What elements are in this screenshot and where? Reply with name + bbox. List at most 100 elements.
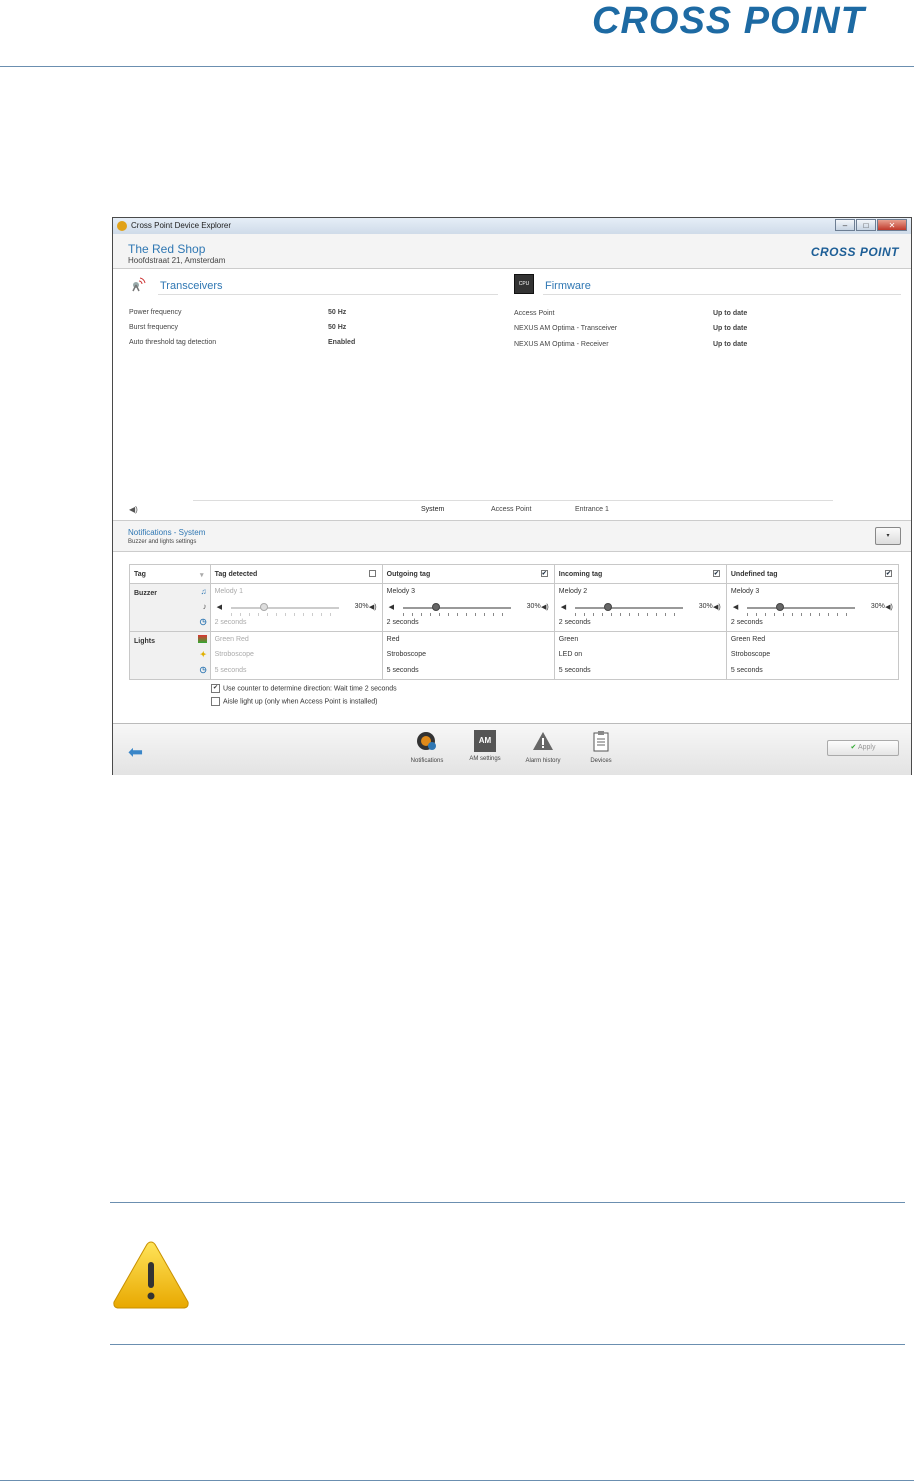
speaker-high-icon: ◀) <box>368 604 377 611</box>
header-divider <box>0 66 914 67</box>
lights-cell: Green Red Stroboscope 5 seconds <box>725 631 900 680</box>
buzzer-cell: Melody 1 ◀ 30% ◀) 2 seconds <box>209 583 383 632</box>
slider-knob[interactable] <box>259 603 268 611</box>
light-duration[interactable]: 5 seconds <box>731 667 763 674</box>
options-dropdown-button[interactable]: ▾ <box>875 527 901 545</box>
melody-value[interactable]: Melody 1 <box>215 588 243 595</box>
tag-detected-checkbox[interactable] <box>368 570 376 577</box>
slider-ticks <box>230 613 339 616</box>
volume-slider[interactable]: ◀ 30% ◀) <box>559 603 721 616</box>
speaker-low-icon: ◀ <box>388 604 395 611</box>
window-title: Cross Point Device Explorer <box>131 221 232 230</box>
light-color[interactable]: Green <box>559 636 578 643</box>
nav-alarm-history[interactable]: Alarm history <box>513 730 573 764</box>
buzzer-duration[interactable]: 2 seconds <box>387 619 419 626</box>
device-tabs: ◀) System Access Point Entrance 1 <box>113 500 911 520</box>
speaker-icon[interactable]: ◀) <box>129 505 138 514</box>
antenna-icon <box>132 277 146 292</box>
nav-devices-label: Devices <box>590 758 612 764</box>
buzzer-row-label: Buzzer ♫ ♪ ◷ <box>129 583 211 632</box>
tab-divider <box>193 500 833 501</box>
slider-ticks <box>574 613 683 616</box>
close-button[interactable]: ✕ <box>877 219 907 231</box>
light-color[interactable]: Green Red <box>731 636 765 643</box>
maximize-button[interactable]: □ <box>856 219 876 231</box>
burst-frequency-value: 50 Hz <box>328 324 347 331</box>
app-window: Cross Point Device Explorer – □ ✕ The Re… <box>112 217 912 775</box>
cpu-icon: CPU <box>514 274 534 294</box>
melody-value[interactable]: Melody 3 <box>387 588 415 595</box>
speaker-low-icon: ◀ <box>216 604 222 611</box>
buzzer-duration[interactable]: 2 seconds <box>559 619 591 626</box>
title-bar: Cross Point Device Explorer – □ ✕ <box>113 218 911 235</box>
volume-percent: 30% <box>870 603 885 610</box>
warning-icon <box>113 1241 189 1309</box>
lightbulb-icon: ✦ <box>199 650 207 659</box>
nav-notifications-label: Notifications <box>410 758 444 764</box>
buzzer-duration[interactable]: 2 seconds <box>215 619 247 626</box>
light-color[interactable]: Green Red <box>215 636 249 643</box>
fw-transceiver-label: NEXUS AM Optima - Transceiver <box>514 325 618 332</box>
app-icon <box>117 221 127 231</box>
col-undefined-tag: Undefined tag ✔ <box>725 564 900 584</box>
buzzer-cell: Melody 2 ◀ 30% ◀) 2 seconds <box>553 583 727 632</box>
notifications-icon <box>417 732 436 750</box>
minimize-button[interactable]: – <box>835 219 855 231</box>
counter-checkbox[interactable]: ✔ <box>211 684 220 693</box>
burst-frequency-label: Burst frequency <box>129 324 179 331</box>
nav-am-settings[interactable]: AM AM settings <box>455 730 515 762</box>
outgoing-tag-checkbox[interactable]: ✔ <box>540 570 548 577</box>
tab-entrance-1[interactable]: Entrance 1 <box>575 506 609 513</box>
light-duration[interactable]: 5 seconds <box>559 667 591 674</box>
speaker-high-icon: ◀) <box>713 604 721 611</box>
light-duration[interactable]: 5 seconds <box>387 667 419 674</box>
light-mode[interactable]: Stroboscope <box>731 651 770 658</box>
back-arrow-icon[interactable]: ⬅ <box>128 742 143 763</box>
speaker-high-icon: ◀) <box>540 604 549 611</box>
volume-slider[interactable]: ◀ 30% ◀) <box>731 603 893 616</box>
light-mode[interactable]: LED on <box>559 651 582 658</box>
aisle-checkbox[interactable] <box>211 697 220 706</box>
col-incoming-tag: Incoming tag ✔ <box>553 564 727 584</box>
color-lights-icon <box>197 635 207 643</box>
volume-percent: 30% <box>526 603 541 610</box>
slider-knob[interactable] <box>432 603 441 611</box>
volume-slider[interactable]: ◀ 30% ◀) <box>215 603 377 616</box>
nav-notifications[interactable]: Notifications <box>397 730 457 764</box>
melody-value[interactable]: Melody 2 <box>559 588 587 595</box>
power-frequency-label: Power frequency <box>129 309 182 316</box>
light-mode[interactable]: Stroboscope <box>387 651 426 658</box>
buzzer-duration[interactable]: 2 seconds <box>731 619 763 626</box>
volume-slider[interactable]: ◀ 30% ◀) <box>387 603 549 616</box>
slider-ticks <box>746 613 855 616</box>
slider-knob[interactable] <box>604 603 613 611</box>
tag-column-header: Tag ▾ <box>129 564 211 584</box>
light-duration[interactable]: 5 seconds <box>215 667 247 674</box>
apply-label: Apply <box>857 744 876 751</box>
aisle-option-label: Aisle light up (only when Access Point i… <box>223 698 378 706</box>
music-note-icon: ♫ <box>200 587 207 596</box>
undefined-tag-checkbox[interactable]: ✔ <box>885 570 892 577</box>
brand-logo: CROSS POINT <box>592 0 865 42</box>
col-outgoing-tag: Outgoing tag ✔ <box>381 564 555 584</box>
slider-track <box>402 607 511 609</box>
tab-system[interactable]: System <box>421 506 444 513</box>
incoming-tag-checkbox[interactable]: ✔ <box>712 570 720 577</box>
fw-access-point-value: Up to date <box>713 310 748 317</box>
counter-option[interactable]: ✔ Use counter to determine direction: Wai… <box>211 684 397 693</box>
am-settings-icon: AM <box>474 730 496 752</box>
melody-value[interactable]: Melody 3 <box>731 588 759 595</box>
apply-button[interactable]: ✔ Apply <box>827 740 899 756</box>
tab-access-point[interactable]: Access Point <box>491 506 531 513</box>
nav-devices[interactable]: Devices <box>571 730 631 764</box>
lights-cell: Red Stroboscope 5 seconds <box>381 631 555 680</box>
aisle-option[interactable]: Aisle light up (only when Access Point i… <box>211 697 377 706</box>
light-color[interactable]: Red <box>387 636 400 643</box>
light-mode[interactable]: Stroboscope <box>215 651 254 658</box>
timer-icon: ◷ <box>199 665 207 674</box>
auto-threshold-value: Enabled <box>328 339 356 346</box>
nav-am-settings-label: AM settings <box>469 756 501 762</box>
speaker-low-icon: ◀ <box>560 604 567 611</box>
slider-knob[interactable] <box>776 603 785 611</box>
brand-label: CROSS POINT <box>810 245 899 259</box>
